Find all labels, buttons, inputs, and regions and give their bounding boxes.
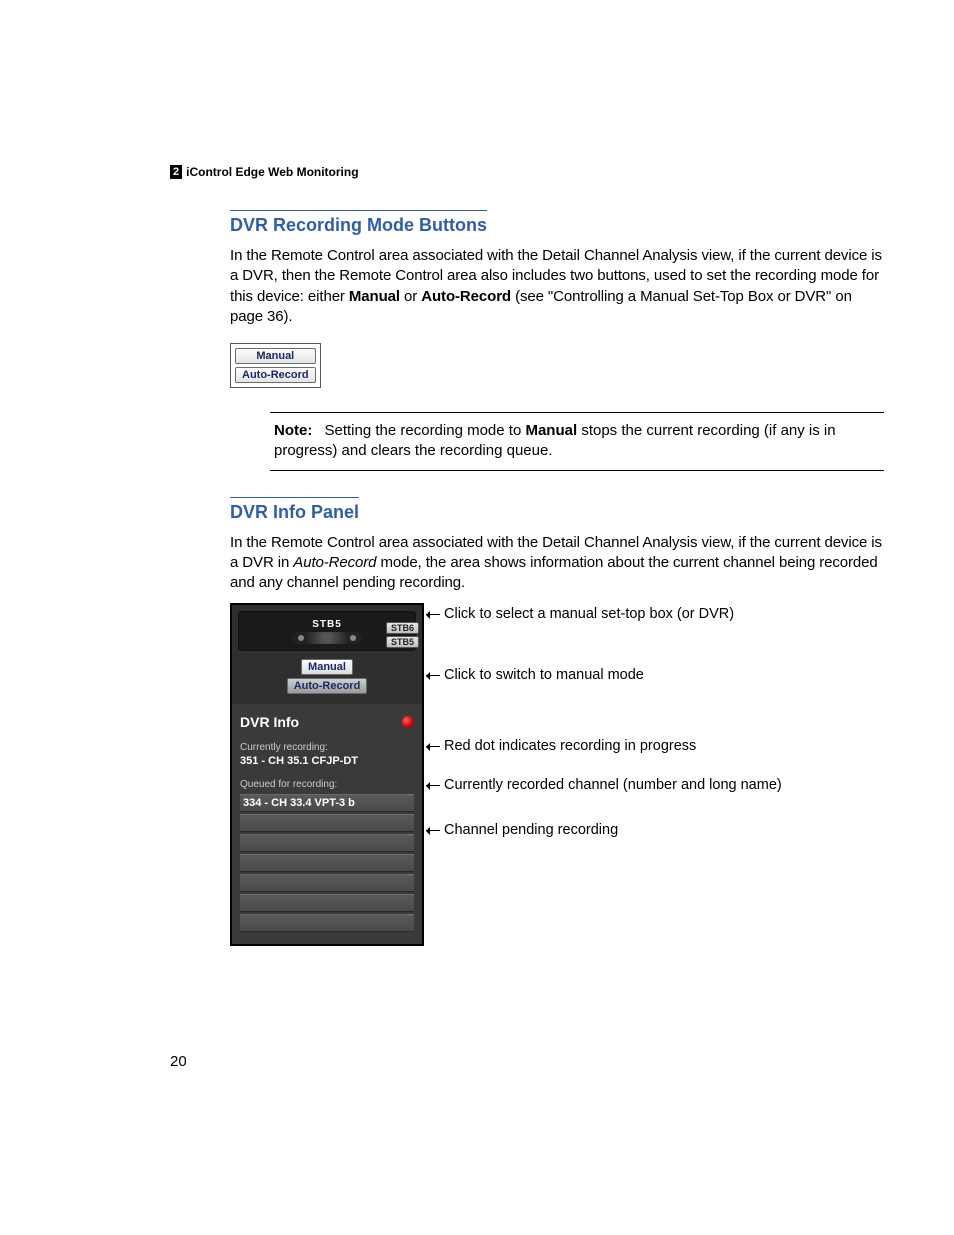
stb-dropdown[interactable]: STB6 STB5 [386, 622, 419, 648]
callout: Red dot indicates recording in progress [444, 737, 884, 756]
queue-item[interactable] [240, 914, 414, 932]
note-label: Note: [274, 422, 312, 439]
chapter-number: 2 [170, 165, 182, 179]
mode-buttons: Manual Auto-Record [238, 659, 416, 694]
dvr-info-figure: STB5 STB6 STB5 Manual Auto-Record D [230, 603, 884, 946]
manual-button[interactable]: Manual [235, 348, 316, 364]
queue-item[interactable] [240, 814, 414, 832]
queue-list: 334 - CH 33.4 VPT-3 b [240, 794, 414, 932]
chapter-title: iControl Edge Web Monitoring [186, 165, 358, 179]
queue-item[interactable] [240, 854, 414, 872]
currently-recording-label: Currently recording: [240, 742, 414, 753]
recording-indicator-icon [402, 716, 414, 728]
queued-label: Queued for recording: [240, 779, 414, 790]
section-heading-dvr-info: DVR Info Panel [230, 497, 359, 523]
body-paragraph: In the Remote Control area associated wi… [230, 533, 884, 594]
body-paragraph: In the Remote Control area associated wi… [230, 246, 884, 327]
dvr-info-panel: STB5 STB6 STB5 Manual Auto-Record D [230, 603, 424, 946]
manual-button[interactable]: Manual [301, 659, 353, 675]
stb-option[interactable]: STB6 [386, 622, 419, 634]
callout: Click to select a manual set-top box (or… [444, 605, 884, 624]
figure-callouts: Click to select a manual set-top box (or… [424, 603, 884, 839]
auto-record-button[interactable]: Auto-Record [235, 367, 316, 383]
note-box: Note: Setting the recording mode to Manu… [270, 412, 884, 471]
stb-selector[interactable]: STB5 STB6 STB5 [238, 611, 416, 651]
stb-selected-label: STB5 [312, 619, 342, 630]
stb-option[interactable]: STB5 [386, 636, 419, 648]
queue-item[interactable] [240, 834, 414, 852]
queue-item[interactable] [240, 874, 414, 892]
page-number: 20 [170, 1053, 187, 1070]
callout: Channel pending recording [444, 821, 884, 840]
dvr-info-title: DVR Info [240, 714, 299, 730]
currently-recording-value: 351 - CH 35.1 CFJP-DT [240, 755, 414, 767]
transport-controls-icon [292, 632, 362, 644]
queue-item[interactable]: 334 - CH 33.4 VPT-3 b [240, 794, 414, 812]
auto-record-button[interactable]: Auto-Record [287, 678, 368, 694]
callout: Currently recorded channel (number and l… [444, 776, 884, 795]
section-heading-dvr-buttons: DVR Recording Mode Buttons [230, 210, 487, 236]
remote-control-area: STB5 STB6 STB5 Manual Auto-Record [232, 605, 422, 704]
callout: Click to switch to manual mode [444, 666, 884, 685]
running-header: 2 iControl Edge Web Monitoring [170, 165, 359, 179]
mode-button-figure: Manual Auto-Record [230, 343, 321, 388]
queue-item[interactable] [240, 894, 414, 912]
